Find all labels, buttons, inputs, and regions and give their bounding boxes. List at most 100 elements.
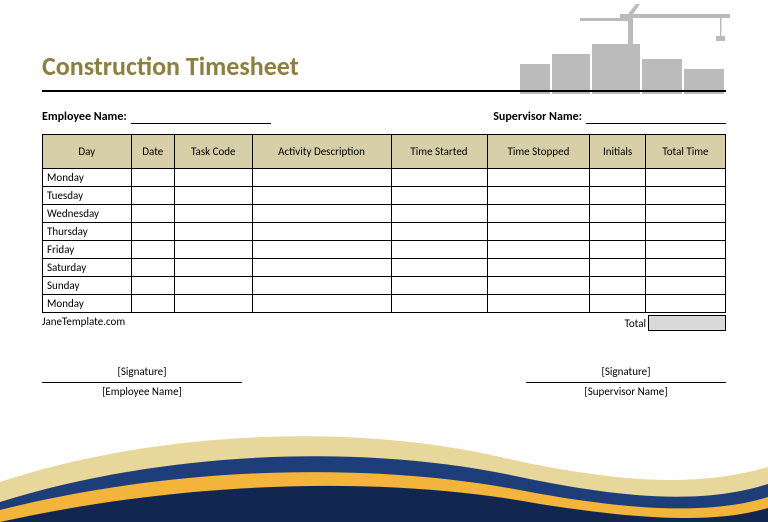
- cell-initials[interactable]: [590, 277, 646, 295]
- cell-task[interactable]: [175, 259, 253, 277]
- supervisor-signature-block: [Signature] [Supervisor Name]: [526, 365, 726, 398]
- employee-name-label: Employee Name:: [42, 110, 127, 124]
- cell-total[interactable]: [645, 241, 725, 259]
- cell-start[interactable]: [391, 277, 487, 295]
- cell-day[interactable]: Friday: [43, 241, 132, 259]
- cell-initials[interactable]: [590, 295, 646, 313]
- cell-task[interactable]: [175, 223, 253, 241]
- col-total-time: Total Time: [645, 135, 725, 169]
- cell-date[interactable]: [131, 259, 174, 277]
- cell-day[interactable]: Wednesday: [43, 205, 132, 223]
- supervisor-name-field[interactable]: Supervisor Name:: [493, 110, 726, 124]
- cell-activity[interactable]: [252, 295, 391, 313]
- cell-stop[interactable]: [487, 295, 590, 313]
- cell-activity[interactable]: [252, 223, 391, 241]
- total-label: Total: [624, 317, 646, 330]
- table-row[interactable]: Thursday: [43, 223, 726, 241]
- supervisor-name-label: Supervisor Name:: [493, 110, 582, 124]
- total-value-box[interactable]: [648, 315, 726, 331]
- col-activity: Activity Description: [252, 135, 391, 169]
- cell-task[interactable]: [175, 295, 253, 313]
- cell-task[interactable]: [175, 277, 253, 295]
- cell-task[interactable]: [175, 205, 253, 223]
- cell-day[interactable]: Saturday: [43, 259, 132, 277]
- cell-activity[interactable]: [252, 187, 391, 205]
- col-time-stopped: Time Stopped: [487, 135, 590, 169]
- cell-day[interactable]: Tuesday: [43, 187, 132, 205]
- title-divider: [42, 90, 726, 92]
- cell-date[interactable]: [131, 277, 174, 295]
- supervisor-name-input-line[interactable]: [586, 110, 726, 124]
- table-row[interactable]: Tuesday: [43, 187, 726, 205]
- cell-day[interactable]: Sunday: [43, 277, 132, 295]
- website-credit: JaneTemplate.com: [42, 315, 125, 331]
- cell-stop[interactable]: [487, 187, 590, 205]
- table-row[interactable]: Monday: [43, 295, 726, 313]
- table-row[interactable]: Monday: [43, 169, 726, 187]
- col-task-code: Task Code: [175, 135, 253, 169]
- cell-activity[interactable]: [252, 277, 391, 295]
- cell-date[interactable]: [131, 205, 174, 223]
- cell-stop[interactable]: [487, 277, 590, 295]
- cell-start[interactable]: [391, 295, 487, 313]
- cell-total[interactable]: [645, 295, 725, 313]
- cell-stop[interactable]: [487, 205, 590, 223]
- cell-initials[interactable]: [590, 187, 646, 205]
- cell-initials[interactable]: [590, 259, 646, 277]
- supervisor-signature-placeholder[interactable]: [Signature]: [526, 365, 726, 378]
- cell-stop[interactable]: [487, 223, 590, 241]
- cell-initials[interactable]: [590, 205, 646, 223]
- table-header-row: Day Date Task Code Activity Description …: [43, 135, 726, 169]
- cell-date[interactable]: [131, 223, 174, 241]
- employee-name-input-line[interactable]: [131, 110, 271, 124]
- cell-total[interactable]: [645, 223, 725, 241]
- cell-start[interactable]: [391, 223, 487, 241]
- cell-day[interactable]: Monday: [43, 169, 132, 187]
- cell-start[interactable]: [391, 241, 487, 259]
- cell-start[interactable]: [391, 205, 487, 223]
- cell-task[interactable]: [175, 187, 253, 205]
- table-row[interactable]: Saturday: [43, 259, 726, 277]
- cell-stop[interactable]: [487, 259, 590, 277]
- cell-activity[interactable]: [252, 205, 391, 223]
- cell-stop[interactable]: [487, 241, 590, 259]
- cell-task[interactable]: [175, 169, 253, 187]
- employee-name-field[interactable]: Employee Name:: [42, 110, 271, 124]
- employee-signature-placeholder[interactable]: [Signature]: [42, 365, 242, 378]
- col-initials: Initials: [590, 135, 646, 169]
- table-row[interactable]: Wednesday: [43, 205, 726, 223]
- cell-total[interactable]: [645, 277, 725, 295]
- cell-date[interactable]: [131, 241, 174, 259]
- timesheet-table: Day Date Task Code Activity Description …: [42, 134, 726, 313]
- cell-date[interactable]: [131, 169, 174, 187]
- col-date: Date: [131, 135, 174, 169]
- cell-date[interactable]: [131, 187, 174, 205]
- cell-stop[interactable]: [487, 169, 590, 187]
- employee-signature-line: [42, 382, 242, 383]
- cell-day[interactable]: Monday: [43, 295, 132, 313]
- cell-total[interactable]: [645, 205, 725, 223]
- cell-start[interactable]: [391, 259, 487, 277]
- cell-start[interactable]: [391, 169, 487, 187]
- cell-total[interactable]: [645, 169, 725, 187]
- cell-activity[interactable]: [252, 169, 391, 187]
- cell-total[interactable]: [645, 259, 725, 277]
- employee-signature-name: [Employee Name]: [42, 385, 242, 398]
- cell-day[interactable]: Thursday: [43, 223, 132, 241]
- cell-activity[interactable]: [252, 259, 391, 277]
- cell-initials[interactable]: [590, 241, 646, 259]
- page-title: Construction Timesheet: [42, 50, 726, 82]
- supervisor-signature-name: [Supervisor Name]: [526, 385, 726, 398]
- cell-total[interactable]: [645, 187, 725, 205]
- supervisor-signature-line: [526, 382, 726, 383]
- cell-initials[interactable]: [590, 169, 646, 187]
- col-day: Day: [43, 135, 132, 169]
- cell-start[interactable]: [391, 187, 487, 205]
- col-time-started: Time Started: [391, 135, 487, 169]
- cell-task[interactable]: [175, 241, 253, 259]
- table-row[interactable]: Friday: [43, 241, 726, 259]
- cell-date[interactable]: [131, 295, 174, 313]
- table-row[interactable]: Sunday: [43, 277, 726, 295]
- cell-initials[interactable]: [590, 223, 646, 241]
- cell-activity[interactable]: [252, 241, 391, 259]
